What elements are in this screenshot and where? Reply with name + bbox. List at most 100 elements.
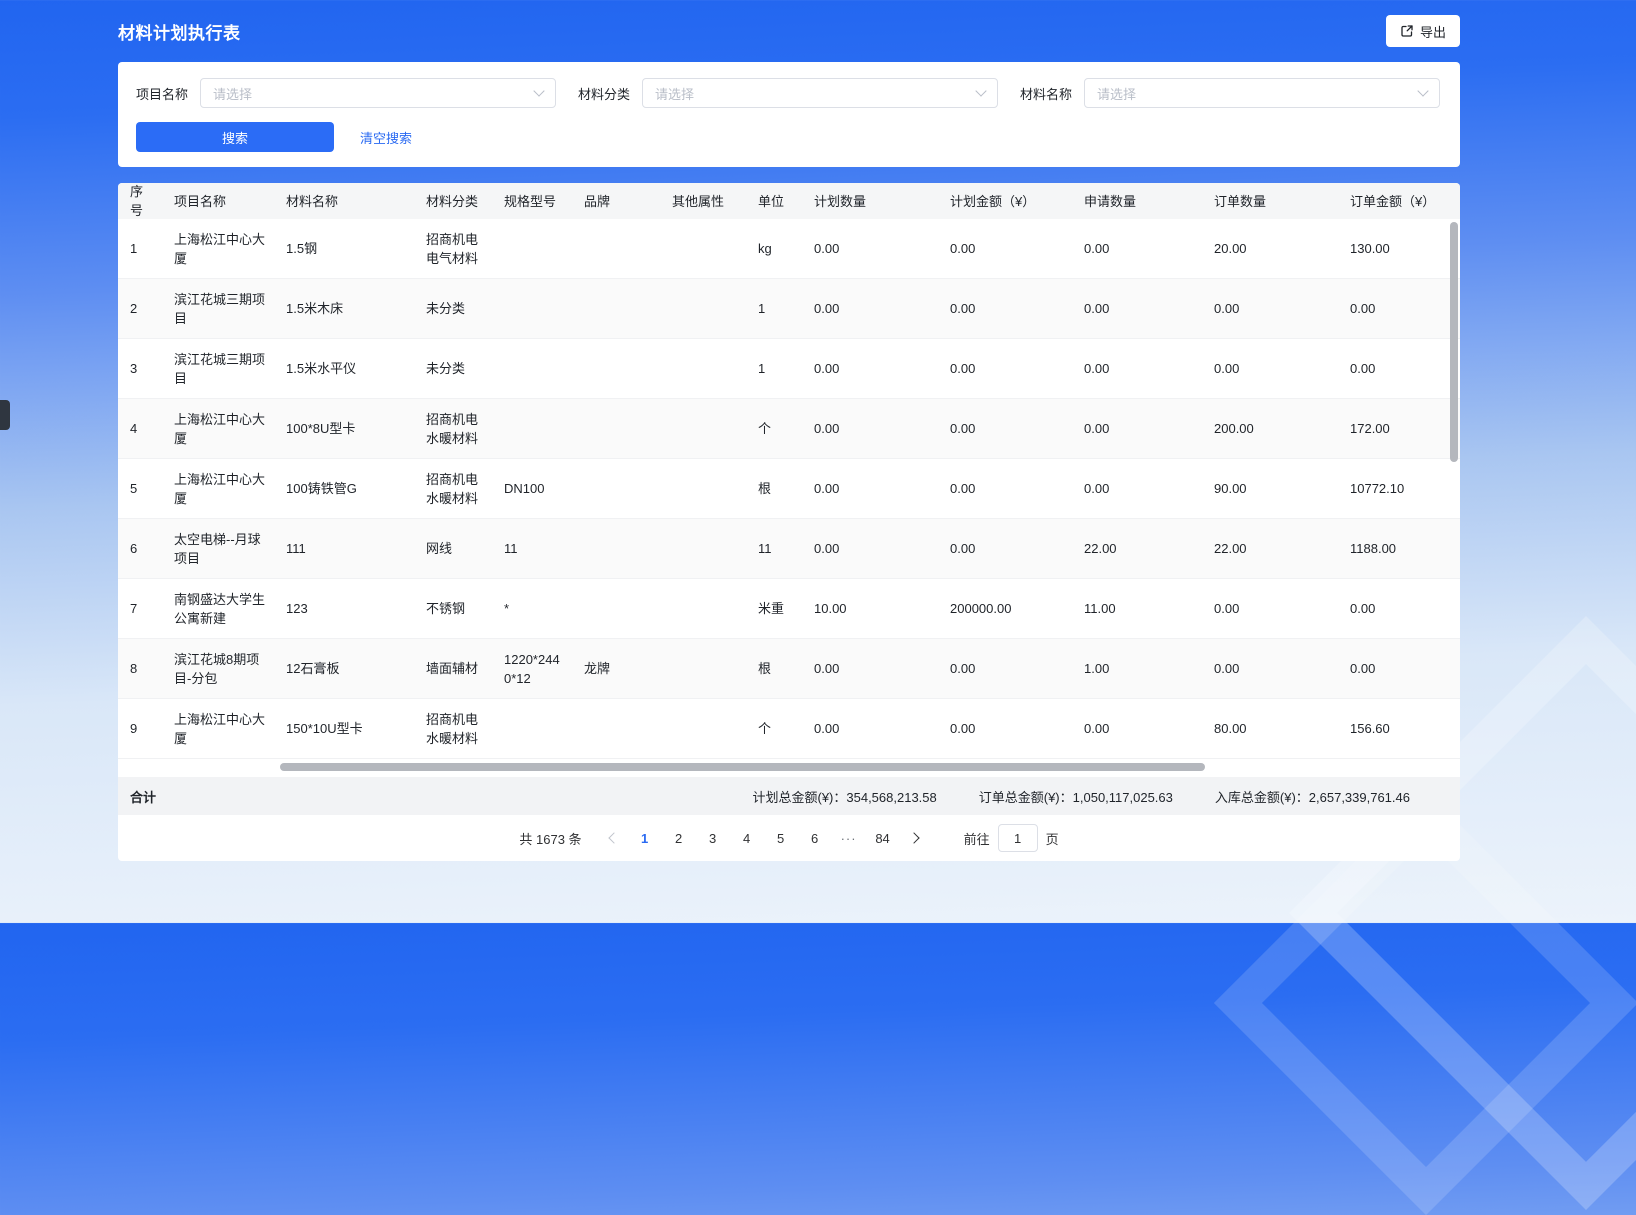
- chevron-down-icon: [975, 85, 986, 96]
- table-cell: 0.00: [802, 239, 938, 258]
- table-cell: 1: [118, 239, 162, 258]
- table-cell: 0.00: [938, 419, 1072, 438]
- table-cell: 2: [118, 299, 162, 318]
- table-cell: 172.00: [1338, 419, 1452, 438]
- goto-suffix-label: 页: [1046, 829, 1059, 848]
- total-count: 共 1673 条: [519, 829, 581, 848]
- horizontal-scroll-track: [118, 759, 1460, 777]
- table-cell: 10.00: [802, 599, 938, 618]
- prev-page-button[interactable]: [600, 824, 628, 852]
- table-row: 7南钢盛达大学生公寓新建123不锈钢*米重10.00200000.0011.00…: [118, 579, 1460, 639]
- table-cell: 0.00: [802, 359, 938, 378]
- horizontal-scrollbar[interactable]: [280, 763, 1205, 771]
- table-cell: 90.00: [1202, 479, 1338, 498]
- table-cell: 0.00: [938, 359, 1072, 378]
- sidebar-collapse-handle[interactable]: [0, 400, 10, 430]
- material-category-select[interactable]: 请选择: [642, 78, 998, 108]
- top-bar: 材料计划执行表 导出: [118, 0, 1460, 62]
- table-cell: 0.00: [1072, 419, 1202, 438]
- table-cell: 0.00: [802, 299, 938, 318]
- page-title: 材料计划执行表: [118, 19, 241, 44]
- table-cell: 100铸铁管G: [274, 479, 414, 498]
- column-header: 其他属性: [660, 192, 746, 211]
- table-cell: 1220*2440*12: [492, 650, 572, 688]
- table-cell: 0.00: [1202, 299, 1338, 318]
- table-cell: 111: [274, 539, 414, 558]
- table-cell: 80.00: [1202, 719, 1338, 738]
- table-cell: 0.00: [938, 479, 1072, 498]
- table-cell: 11: [746, 539, 802, 558]
- table-cell: 招商机电水暖材料: [414, 410, 492, 448]
- table-cell: 0.00: [802, 719, 938, 738]
- table-cell: 1: [746, 359, 802, 378]
- clear-search-link[interactable]: 清空搜索: [360, 128, 412, 147]
- table-cell: 200.00: [1202, 419, 1338, 438]
- table-cell: 龙牌: [572, 659, 660, 678]
- table-cell: 4: [118, 419, 162, 438]
- table-row: 3滨江花城三期项目1.5米水平仪未分类10.000.000.000.000.00: [118, 339, 1460, 399]
- table-cell: 0.00: [1072, 359, 1202, 378]
- search-button[interactable]: 搜索: [136, 122, 334, 152]
- page-button[interactable]: 84: [868, 824, 898, 852]
- table-cell: 100*8U型卡: [274, 419, 414, 438]
- table-cell: 个: [746, 419, 802, 438]
- table-cell: 个: [746, 719, 802, 738]
- summary-label: 合计: [118, 787, 156, 806]
- page-button[interactable]: 2: [664, 824, 694, 852]
- table-cell: 未分类: [414, 299, 492, 318]
- table-cell: 10772.10: [1338, 479, 1452, 498]
- table-cell: 上海松江中心大厦: [162, 710, 274, 748]
- export-icon: [1400, 24, 1414, 38]
- table-cell: 20.00: [1202, 239, 1338, 258]
- project-name-placeholder: 请选择: [213, 84, 252, 103]
- export-button[interactable]: 导出: [1386, 15, 1460, 47]
- next-page-button[interactable]: [900, 824, 928, 852]
- column-header: 品牌: [572, 192, 660, 211]
- table-cell: 0.00: [938, 539, 1072, 558]
- summary-items: 计划总金额(¥)：354,568,213.58订单总金额(¥)：1,050,11…: [752, 787, 1460, 806]
- table-cell: 3: [118, 359, 162, 378]
- column-header: 材料分类: [414, 192, 492, 211]
- column-header: 单位: [746, 192, 802, 211]
- table-row: 5上海松江中心大厦100铸铁管G招商机电水暖材料DN100根0.000.000.…: [118, 459, 1460, 519]
- table-cell: 网线: [414, 539, 492, 558]
- material-name-select[interactable]: 请选择: [1084, 78, 1440, 108]
- page-ellipsis[interactable]: ···: [834, 824, 864, 852]
- chevron-down-icon: [1417, 85, 1428, 96]
- column-header: 计划金额（¥）: [938, 192, 1072, 211]
- page-button[interactable]: 3: [698, 824, 728, 852]
- table-cell: 1: [746, 299, 802, 318]
- table-cell: 太空电梯--月球项目: [162, 530, 274, 568]
- table-cell: 0.00: [938, 239, 1072, 258]
- table-cell: 根: [746, 659, 802, 678]
- page-button[interactable]: 5: [766, 824, 796, 852]
- page-button[interactable]: 1: [630, 824, 660, 852]
- chevron-left-icon: [608, 832, 619, 843]
- filter-project: 项目名称 请选择: [136, 78, 556, 108]
- table-row: 9上海松江中心大厦150*10U型卡招商机电水暖材料个0.000.000.008…: [118, 699, 1460, 759]
- table-cell: 不锈钢: [414, 599, 492, 618]
- table-cell: 0.00: [1072, 479, 1202, 498]
- chevron-right-icon: [908, 832, 919, 843]
- table-cell: 6: [118, 539, 162, 558]
- table-cell: 130.00: [1338, 239, 1452, 258]
- column-header: 订单金额（¥）: [1338, 192, 1452, 211]
- table-cell: 0.00: [1202, 599, 1338, 618]
- table-cell: 0.00: [802, 419, 938, 438]
- table-row: 1上海松江中心大厦1.5钢招商机电电气材料kg0.000.000.0020.00…: [118, 219, 1460, 279]
- column-header: 规格型号: [492, 192, 572, 211]
- page-button[interactable]: 4: [732, 824, 762, 852]
- table-cell: 上海松江中心大厦: [162, 410, 274, 448]
- column-header: 项目名称: [162, 192, 274, 211]
- table-cell: 123: [274, 599, 414, 618]
- summary-item: 计划总金额(¥)：354,568,213.58: [752, 787, 936, 806]
- table-cell: 0.00: [802, 659, 938, 678]
- project-name-select[interactable]: 请选择: [200, 78, 556, 108]
- table-cell: 招商机电水暖材料: [414, 470, 492, 508]
- goto-page-group: 前往 页: [964, 824, 1059, 852]
- table-cell: 8: [118, 659, 162, 678]
- table-cell: 0.00: [802, 539, 938, 558]
- page-button[interactable]: 6: [800, 824, 830, 852]
- vertical-scrollbar[interactable]: [1450, 222, 1458, 462]
- goto-page-input[interactable]: [998, 824, 1038, 852]
